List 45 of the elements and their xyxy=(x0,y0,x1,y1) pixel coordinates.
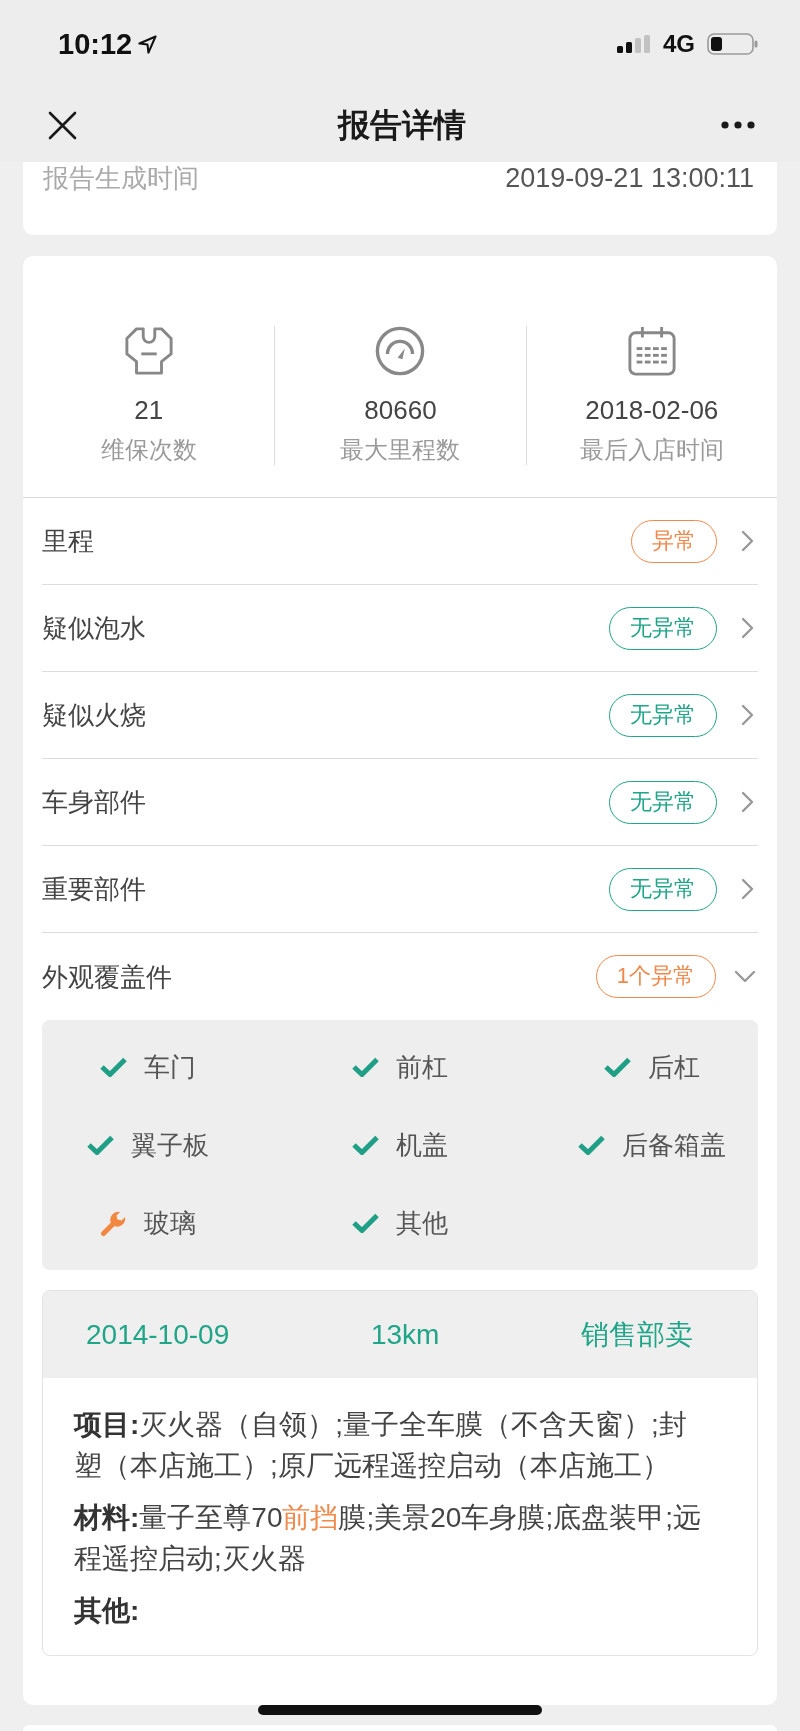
part-label: 车门 xyxy=(144,1051,197,1083)
page-title: 报告详情 xyxy=(337,106,466,145)
stat-value: 2018-02-06 xyxy=(585,394,719,427)
record-mileage: 13km xyxy=(370,1317,440,1352)
record-date: 2014-10-09 xyxy=(86,1317,230,1352)
check-label: 车身部件 xyxy=(42,786,147,818)
record-detail-text: 项目:灭火器（自领）;量子全车膜（不含天窗）;封塑（本店施工）;原厂远程遥控启动（本店施工） xyxy=(74,1408,688,1483)
chevron-right-icon[interactable] xyxy=(741,791,754,813)
stat-label: 维保次数 xyxy=(100,435,197,465)
check-label: 里程 xyxy=(42,525,95,557)
gauge-icon xyxy=(375,326,426,376)
network-label: 4G xyxy=(663,30,695,58)
chevron-right-icon[interactable] xyxy=(741,878,754,900)
part-label: 后备箱盖 xyxy=(622,1129,727,1161)
record-type: 销售部卖 xyxy=(581,1317,693,1352)
check-label: 外观覆盖件 xyxy=(42,960,173,993)
signal-icon xyxy=(617,35,652,53)
part-label: 机盖 xyxy=(396,1129,449,1161)
report-time-label: 报告生成时间 xyxy=(43,164,199,192)
report-time-value: 2019-09-21 13:00:11 xyxy=(505,164,754,192)
check-label: 疑似泡水 xyxy=(42,612,147,644)
more-icon[interactable] xyxy=(721,121,755,129)
check-label: 重要部件 xyxy=(42,873,147,905)
stat-value: 21 xyxy=(134,394,164,427)
close-icon[interactable] xyxy=(48,110,77,140)
stat-label: 最后入店时间 xyxy=(579,435,724,465)
chevron-down-icon[interactable] xyxy=(734,970,756,983)
part-label: 前杠 xyxy=(396,1051,449,1083)
chevron-right-icon[interactable] xyxy=(741,704,754,726)
status-time: 10:12 xyxy=(58,27,133,61)
check-label: 疑似火烧 xyxy=(42,699,147,731)
part-label: 其他 xyxy=(396,1207,449,1239)
stat-value: 80660 xyxy=(364,394,437,427)
stat-label: 最大里程数 xyxy=(340,435,461,465)
part-label: 翼子板 xyxy=(131,1129,210,1161)
chevron-right-icon[interactable] xyxy=(741,530,754,552)
record-detail-text: 材料:量子至尊70前挡膜;美景20车身膜;底盘装甲;远程遥控启动;灭火器 xyxy=(74,1501,702,1576)
calendar-icon xyxy=(626,326,677,376)
part-label: 后杠 xyxy=(648,1051,701,1083)
chevron-right-icon[interactable] xyxy=(741,617,754,639)
battery-icon xyxy=(707,33,758,55)
location-arrow-icon xyxy=(138,34,158,54)
spanner-icon xyxy=(123,326,174,376)
record-detail-text: 其他: xyxy=(74,1594,141,1628)
part-label: 玻璃 xyxy=(144,1207,197,1239)
